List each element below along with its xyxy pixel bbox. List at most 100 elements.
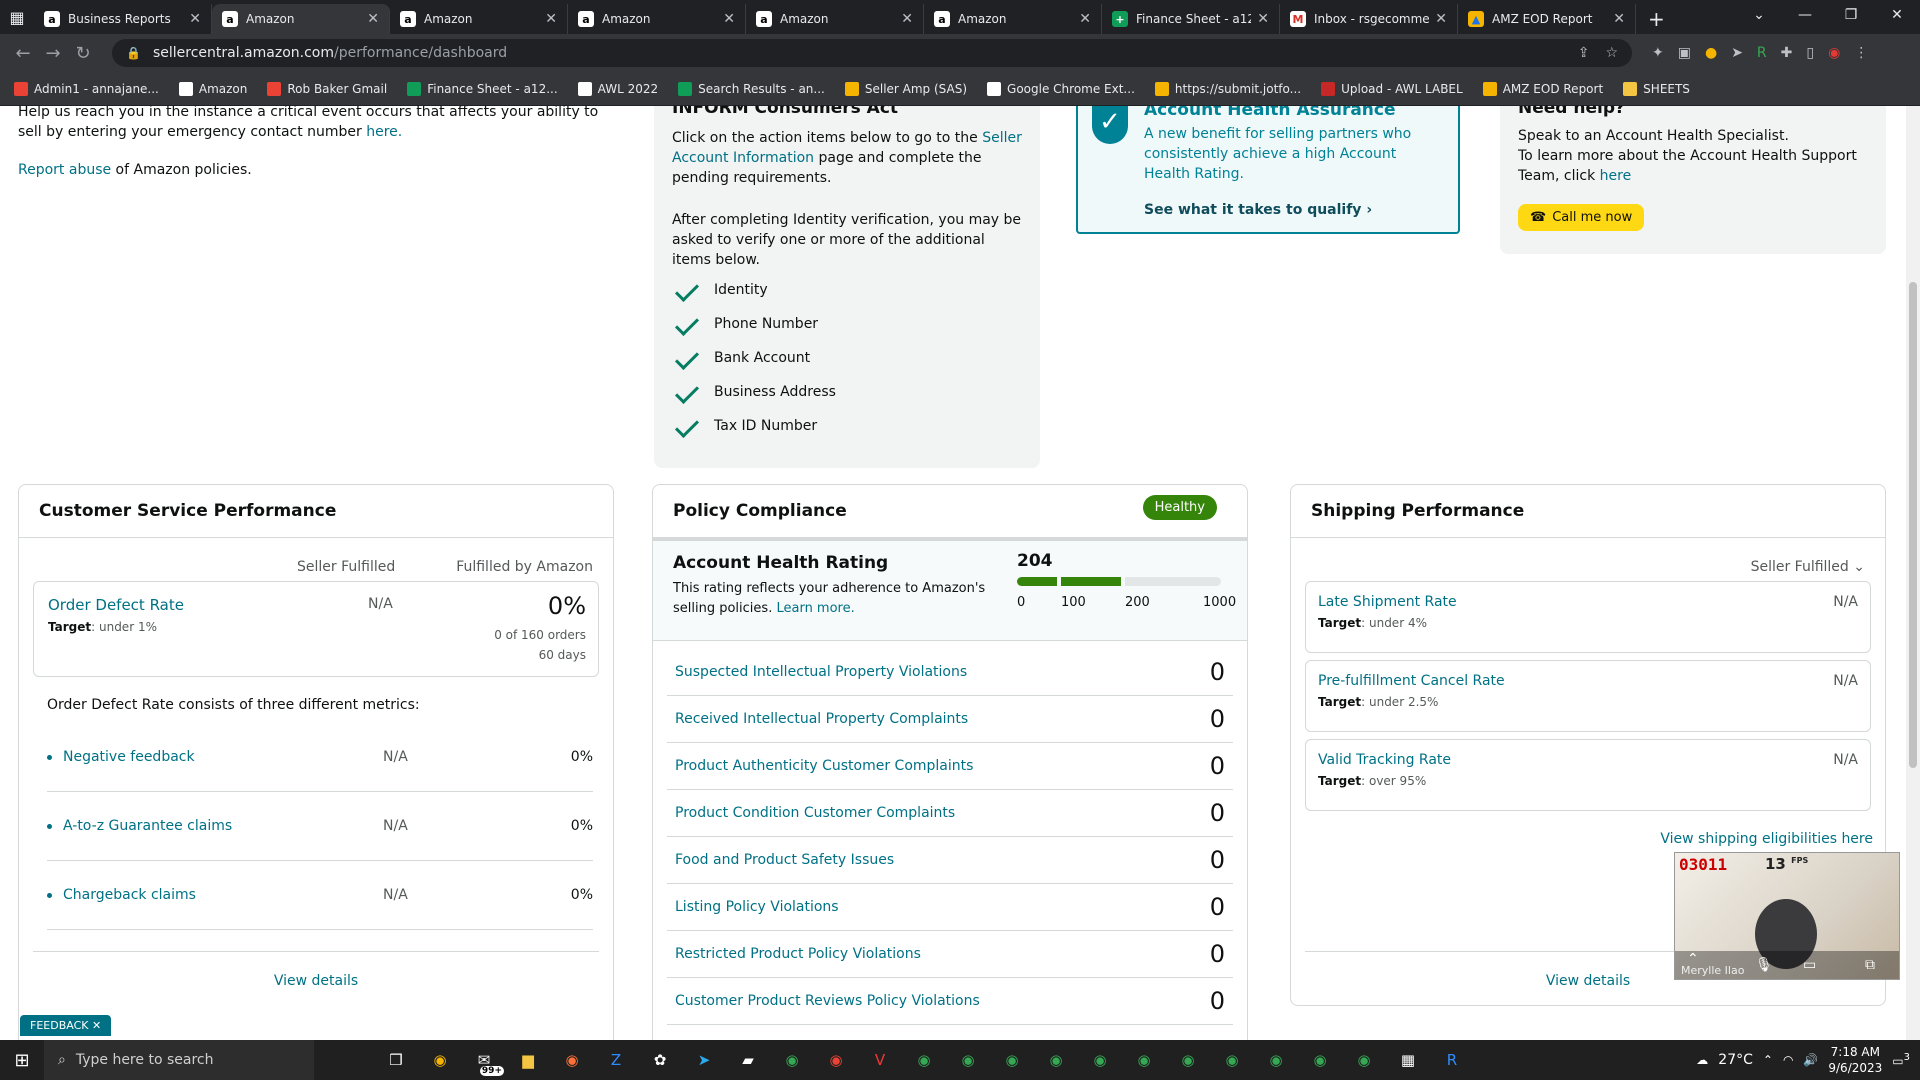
report-abuse-link[interactable]: Report abuse [18, 162, 111, 178]
taskbar-search-box[interactable]: ⌕ Type here to search [44, 1040, 314, 1080]
extension-icon[interactable]: ● [1705, 45, 1717, 61]
file-explorer-icon[interactable]: ▆ [506, 1040, 550, 1080]
zoom-icon[interactable]: Z [594, 1040, 638, 1080]
bookmark-item[interactable]: Finance Sheet - a12... [407, 81, 558, 96]
chrome-icon[interactable]: ◉ [1254, 1040, 1298, 1080]
app-icon[interactable]: ▰ [726, 1040, 770, 1080]
browser-tab[interactable]: M Inbox - rsgecommerc ✕ [1280, 4, 1458, 34]
share-icon[interactable]: ⇪ [1578, 45, 1590, 61]
policy-violation-link[interactable]: Food and Product Safety Issues [675, 852, 894, 868]
volume-icon[interactable]: 🔊 [1803, 1053, 1818, 1067]
wifi-icon[interactable]: ◠ [1783, 1053, 1793, 1067]
forward-button[interactable]: → [38, 43, 68, 64]
popout-icon[interactable]: ⧉ [1865, 957, 1875, 973]
odr-metric-link[interactable]: A-to-z Guarantee claims [63, 818, 383, 834]
shipping-metric-link[interactable]: Late Shipment Rate [1318, 594, 1457, 610]
bookmark-item[interactable]: Seller Amp (SAS) [844, 81, 967, 96]
tab-search-icon[interactable]: ▦ [0, 0, 34, 34]
chrome-icon[interactable]: ◉ [1078, 1040, 1122, 1080]
new-tab-button[interactable]: + [1636, 4, 1677, 34]
browser-tab[interactable]: ▲ AMZ EOD Report ✕ [1458, 4, 1636, 34]
bookmark-item[interactable]: Admin1 - annajane... [14, 81, 159, 96]
policy-violation-link[interactable]: Product Condition Customer Complaints [675, 805, 955, 821]
fulfillment-filter-dropdown[interactable]: Seller Fulfilled ⌄ [1751, 559, 1865, 575]
help-here-link[interactable]: here [1600, 168, 1632, 184]
csp-view-details-link[interactable]: View details [19, 973, 613, 989]
chrome-icon[interactable]: ◉ [1210, 1040, 1254, 1080]
puzzle-icon[interactable]: ✚ [1781, 45, 1793, 61]
chrome-icon[interactable]: ◉ [814, 1040, 858, 1080]
telegram-icon[interactable]: ➤ [682, 1040, 726, 1080]
shipping-eligibility-link[interactable]: View shipping eligibilities here [1660, 831, 1873, 847]
close-tab-icon[interactable]: ✕ [367, 11, 379, 27]
browser-tab[interactable]: a Amazon ✕ [746, 4, 924, 34]
tray-chevron-icon[interactable]: ⌃ [1763, 1053, 1773, 1067]
extension-icon[interactable]: ▣ [1678, 45, 1691, 61]
policy-violation-link[interactable]: Listing Policy Violations [675, 899, 839, 915]
close-window-button[interactable]: ✕ [1874, 0, 1920, 30]
extension-icon[interactable]: ➤ [1731, 45, 1743, 61]
tab-dropdown-icon[interactable]: ⌄ [1736, 0, 1782, 30]
bookmark-item[interactable]: https://submit.jotfo... [1154, 81, 1301, 96]
policy-violation-link[interactable]: Customer Product Reviews Policy Violatio… [675, 993, 980, 1009]
shipping-metric-link[interactable]: Valid Tracking Rate [1318, 752, 1451, 768]
chrome-icon[interactable]: ◉ [770, 1040, 814, 1080]
url-bar[interactable]: 🔒 sellercentral.amazon.com/performance/d… [112, 39, 1632, 67]
chrome-icon[interactable]: ◉ [1034, 1040, 1078, 1080]
emergency-here-link[interactable]: here. [366, 124, 402, 140]
browser-tab[interactable]: a Amazon ✕ [212, 4, 390, 34]
browser-tab[interactable]: a Amazon ✕ [924, 4, 1102, 34]
close-tab-icon[interactable]: ✕ [1435, 11, 1447, 27]
bookmark-item[interactable]: Google Chrome Ext... [987, 81, 1135, 96]
close-tab-icon[interactable]: ✕ [1257, 11, 1269, 27]
clock[interactable]: 7:18 AM 9/6/2023 [1828, 1044, 1882, 1076]
weather-icon[interactable]: ☁ [1696, 1053, 1708, 1067]
sidepanel-icon[interactable]: ▯ [1806, 45, 1814, 61]
bookmark-item[interactable]: Upload - AWL LABEL [1321, 81, 1463, 96]
shipping-metric-link[interactable]: Pre-fulfillment Cancel Rate [1318, 673, 1505, 689]
chrome-icon[interactable]: ◉ [418, 1040, 462, 1080]
browser-tab[interactable]: a Amazon ✕ [390, 4, 568, 34]
chrome-icon[interactable]: ◉ [990, 1040, 1034, 1080]
back-button[interactable]: ← [8, 43, 38, 64]
bookmark-item[interactable]: Search Results - an... [678, 81, 825, 96]
close-icon[interactable]: ✕ [92, 1019, 101, 1032]
app-icon[interactable]: ✿ [638, 1040, 682, 1080]
close-tab-icon[interactable]: ✕ [545, 11, 557, 27]
vivaldi-icon[interactable]: V [858, 1040, 902, 1080]
policy-violation-link[interactable]: Received Intellectual Property Complaint… [675, 711, 968, 727]
bookmark-item[interactable]: Amazon [178, 81, 247, 96]
page-scrollbar[interactable] [1906, 106, 1920, 1040]
close-tab-icon[interactable]: ✕ [723, 11, 735, 27]
browser-tab[interactable]: + Finance Sheet - a12 - ✕ [1102, 4, 1280, 34]
task-view-icon[interactable]: ❒ [374, 1040, 418, 1080]
extension-icon[interactable]: R [1757, 45, 1767, 61]
close-tab-icon[interactable]: ✕ [901, 11, 913, 27]
restore-button[interactable]: ❐ [1828, 0, 1874, 30]
calculator-icon[interactable]: ▦ [1386, 1040, 1430, 1080]
qualify-link[interactable]: See what it takes to qualify › [1144, 202, 1372, 218]
chevron-up-icon[interactable]: ⌃ [1687, 951, 1699, 967]
mic-off-icon[interactable]: 🎙 [1755, 957, 1773, 973]
bookmark-item[interactable]: AMZ EOD Report [1482, 81, 1603, 96]
policy-violation-link[interactable]: Restricted Product Policy Violations [675, 946, 921, 962]
ahr-learn-more-link[interactable]: Learn more. [776, 601, 854, 616]
order-defect-rate-link[interactable]: Order Defect Rate [48, 596, 184, 614]
mail-icon[interactable]: ✉ 99+ [462, 1040, 506, 1080]
chrome-icon[interactable]: ◉ [1298, 1040, 1342, 1080]
policy-violation-link[interactable]: Suspected Intellectual Property Violatio… [675, 664, 967, 680]
webcam-overlay[interactable]: 03011 13 FPS Merylle Ilao ⌃ 🎙 ▭ ⧉ [1674, 852, 1900, 980]
bookmark-item[interactable]: SHEETS [1623, 81, 1690, 96]
browser-tab[interactable]: a Amazon ✕ [568, 4, 746, 34]
windows-start-icon[interactable]: ⊞ [0, 1050, 44, 1071]
close-tab-icon[interactable]: ✕ [1079, 11, 1091, 27]
chrome-icon[interactable]: ◉ [1342, 1040, 1386, 1080]
close-tab-icon[interactable]: ✕ [1613, 11, 1625, 27]
call-me-now-button[interactable]: ☎ Call me now [1518, 204, 1645, 231]
camera-off-icon[interactable]: ▭ [1803, 957, 1816, 973]
browser-tab[interactable]: a Business Reports ✕ [34, 4, 212, 34]
odr-metric-link[interactable]: Negative feedback [63, 749, 383, 765]
bookmark-item[interactable]: AWL 2022 [577, 81, 658, 96]
close-tab-icon[interactable]: ✕ [189, 11, 201, 27]
firefox-icon[interactable]: ◉ [550, 1040, 594, 1080]
